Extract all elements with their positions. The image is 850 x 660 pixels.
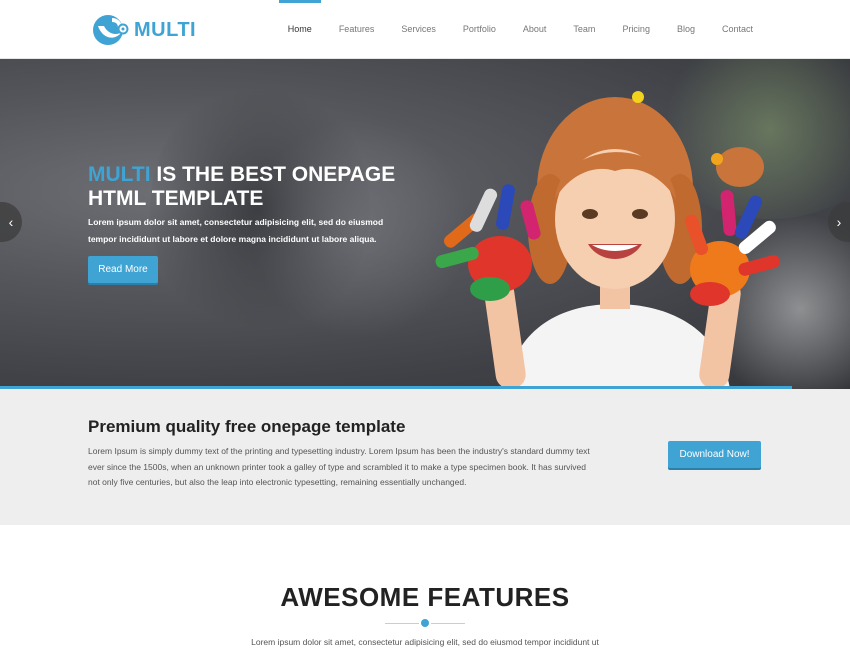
main-nav: Home Features Services Portfolio About T…: [261, 0, 753, 59]
site-header: MULTI Home Features Services Portfolio A…: [0, 0, 850, 59]
slider-prev-icon[interactable]: ‹: [0, 202, 22, 242]
download-now-button[interactable]: Download Now!: [668, 441, 761, 468]
nav-item-team[interactable]: Team: [573, 0, 595, 59]
nav-item-pricing[interactable]: Pricing: [622, 0, 650, 59]
nav-item-blog[interactable]: Blog: [677, 0, 695, 59]
nav-item-portfolio[interactable]: Portfolio: [463, 0, 496, 59]
hero-slider: MULTI IS THE BEST ONEPAGE HTML TEMPLATE …: [0, 59, 850, 389]
nav-item-services[interactable]: Services: [401, 0, 436, 59]
features-text: Lorem ipsum dolor sit amet, consectetur …: [251, 637, 599, 647]
logo-text: MULTI: [134, 18, 197, 41]
hero-girl-image: [435, 91, 780, 389]
logo[interactable]: MULTI: [92, 12, 196, 48]
hero-title: MULTI IS THE BEST ONEPAGE HTML TEMPLATE: [88, 163, 418, 211]
divider-dot-icon: [421, 619, 429, 627]
nav-item-features[interactable]: Features: [339, 0, 375, 59]
nav-item-contact[interactable]: Contact: [722, 0, 753, 59]
read-more-button[interactable]: Read More: [88, 256, 158, 283]
hero-text: Lorem ipsum dolor sit amet, consectetur …: [88, 217, 384, 244]
features-title: AWESOME FEATURES: [280, 582, 570, 612]
nav-item-home[interactable]: Home: [278, 0, 321, 59]
nav-item-about[interactable]: About: [523, 0, 547, 59]
promo-text: Lorem Ipsum is simply dummy text of the …: [88, 446, 590, 487]
hero-title-accent: MULTI: [88, 163, 151, 186]
bird-logo-icon: [93, 15, 129, 45]
divider-line: [431, 623, 465, 624]
divider-line: [385, 623, 419, 624]
promo-band: Premium quality free onepage template Lo…: [0, 389, 850, 525]
section-divider: [385, 619, 465, 627]
promo-title: Premium quality free onepage template: [88, 417, 406, 436]
